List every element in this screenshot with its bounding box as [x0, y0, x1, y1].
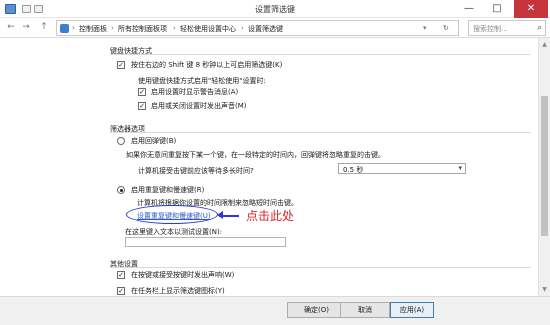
address-dropdown-icon[interactable]: ▾	[423, 24, 427, 32]
breadcrumb-separator: ›	[111, 24, 114, 32]
apply-button[interactable]: 应用(A)	[390, 302, 434, 318]
refresh-button[interactable]: ↻	[443, 24, 449, 32]
scroll-down-icon[interactable]: ▼	[539, 284, 550, 295]
shift-option-label[interactable]: 按住右边的 Shift 键 8 秒钟以上可启用筛选键(K)	[131, 60, 282, 70]
control-panel-icon	[60, 24, 69, 33]
test-input-label: 在这里键入文本以测试设置(N):	[125, 228, 223, 236]
breadcrumb-separator: ›	[72, 24, 75, 32]
wait-time-select[interactable]: 0.5 秒 ▾	[338, 163, 466, 174]
warning-option-label[interactable]: 启用设置时显示警告消息(A)	[151, 87, 238, 97]
bounce-keys-radio[interactable]	[117, 137, 125, 145]
section-divider	[110, 132, 530, 133]
up-button[interactable]: ↑	[37, 21, 51, 35]
test-text-field[interactable]	[125, 237, 286, 247]
repeat-slow-keys-label[interactable]: 启用重复键和慢速键(R)	[131, 185, 204, 195]
shift-checkbox[interactable]: ✓	[117, 61, 125, 69]
breadcrumb-ease-of-access[interactable]: 轻松使用设置中心	[180, 24, 236, 34]
back-button[interactable]: ←	[4, 21, 18, 35]
beep-option-label[interactable]: 在按键或接受按键时发出声响(W)	[131, 270, 234, 280]
breadcrumb-separator: ›	[173, 24, 176, 32]
repeat-slow-keys-radio[interactable]	[117, 186, 125, 194]
address-bar: ← → ↑ › 控制面板 › 所有控制面板项 › 轻松使用设置中心 › 设置筛选…	[0, 18, 550, 38]
breadcrumb-separator: ›	[241, 24, 244, 32]
breadcrumb-filter-keys[interactable]: 设置筛选键	[248, 24, 283, 34]
scrollbar-thumb[interactable]	[541, 96, 548, 236]
wait-time-label: 计算机接受击键前应该等待多长时间?	[138, 167, 254, 175]
title-bar: 设置筛选键 — □ ✕	[0, 0, 550, 18]
search-placeholder: 搜索控制...	[473, 25, 508, 33]
bounce-keys-note: 如果你无意间重复按下某一个键，在一段特定的时间内，回弹键将忽略重复的击键。	[126, 151, 385, 159]
sound-option-label[interactable]: 启用或关闭设置时发出声音(M)	[151, 101, 247, 111]
scroll-up-icon[interactable]: ▲	[539, 39, 550, 50]
section-divider	[110, 54, 530, 55]
bounce-keys-label[interactable]: 启用回弹键(B)	[131, 136, 176, 146]
search-input[interactable]: 搜索控制... ⌕	[468, 20, 546, 36]
vertical-scrollbar[interactable]: ▲ ▼	[538, 38, 550, 296]
annotation-circle	[126, 205, 218, 224]
taskbar-icon-checkbox[interactable]: ✓	[117, 287, 125, 295]
taskbar-icon-label[interactable]: 在任务栏上显示筛选键图标(Y)	[131, 286, 225, 296]
warning-checkbox[interactable]: ✓	[138, 88, 146, 96]
maximize-button[interactable]: □	[484, 0, 510, 18]
chevron-down-icon: ▾	[458, 164, 462, 172]
breadcrumb[interactable]: › 控制面板 › 所有控制面板项 › 轻松使用设置中心 › 设置筛选键 ▾ ↻	[56, 20, 459, 36]
breadcrumb-control-panel[interactable]: 控制面板	[79, 24, 107, 34]
annotation-arrow-head	[217, 211, 223, 219]
wait-time-value: 0.5 秒	[343, 166, 364, 174]
beep-checkbox[interactable]: ✓	[117, 271, 125, 279]
cancel-button[interactable]: 取消	[340, 302, 390, 318]
shortcut-note: 使用键盘快捷方式启用"轻松使用"设置时:	[138, 77, 266, 85]
breadcrumb-all-items[interactable]: 所有控制面板项	[118, 24, 167, 34]
section-divider	[110, 267, 530, 268]
ok-button[interactable]: 确定(O)	[287, 302, 346, 318]
forward-button[interactable]: →	[19, 21, 33, 35]
button-bar: 确定(O) 取消 应用(A)	[0, 296, 550, 325]
sound-checkbox[interactable]: ✓	[138, 102, 146, 110]
minimize-button[interactable]: —	[456, 0, 482, 18]
close-button[interactable]: ✕	[514, 0, 548, 18]
annotation-text: 点击此处	[246, 209, 295, 223]
search-icon[interactable]: ⌕	[537, 23, 542, 33]
